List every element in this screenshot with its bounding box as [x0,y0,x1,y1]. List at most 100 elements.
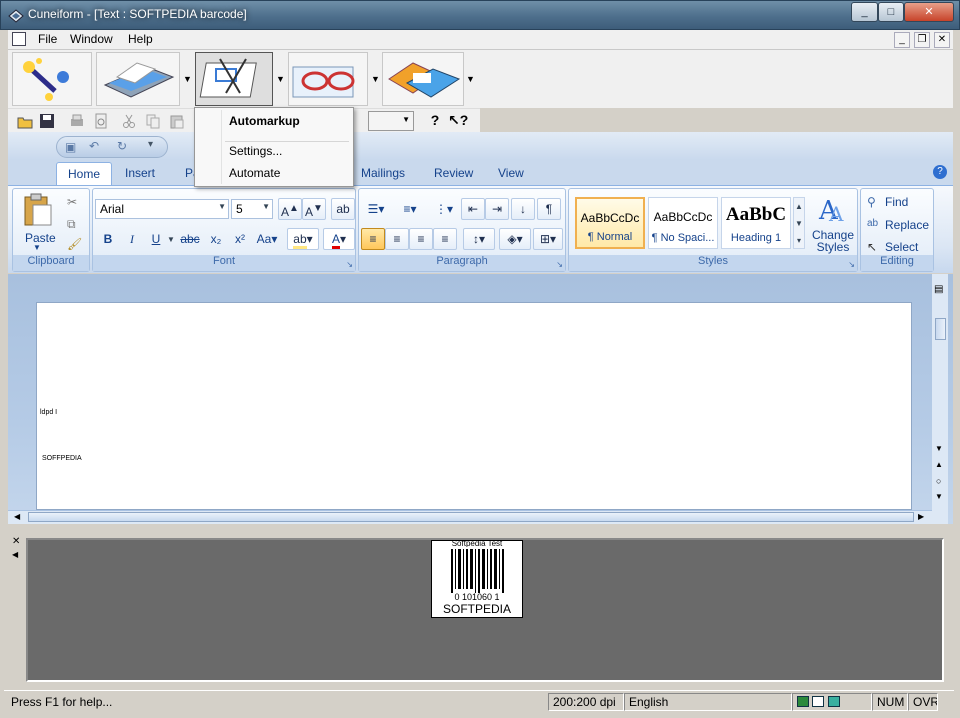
scroll-left-icon[interactable]: ◀ [14,512,20,521]
numbering-button[interactable]: ≡▾ [395,199,425,219]
styles-gallery-scroller[interactable]: ▲ ▼ ▾ [793,197,805,249]
font-color-button[interactable]: A▾ [323,228,355,250]
superscript-button[interactable]: x² [229,229,251,249]
highlight-button[interactable]: ab▾ [287,228,319,250]
strikethrough-button[interactable]: abc [179,229,201,249]
grow-font-button[interactable]: A▲ [278,198,302,220]
h-scroll-thumb[interactable] [28,512,914,522]
align-right-button[interactable]: ≡ [409,228,433,250]
help-icon[interactable]: ? [426,112,444,130]
menu-item-settings[interactable]: Settings... [229,144,282,158]
cut-icon[interactable] [120,112,138,130]
wizard-button[interactable] [12,52,92,106]
underline-button[interactable]: U [145,229,167,249]
tab-review[interactable]: Review [434,166,473,180]
justify-button[interactable]: ≡ [433,228,457,250]
paste-icon[interactable] [168,112,186,130]
show-marks-button[interactable]: ¶ [537,198,561,220]
document-icon[interactable] [12,32,26,46]
zoom-combo[interactable]: ▼ [368,111,414,131]
cut-ribbon-icon[interactable]: ✂ [67,195,77,209]
align-center-button[interactable]: ≡ [385,228,409,250]
find-button[interactable]: Find [885,195,908,209]
scan-dropdown-arrow[interactable]: ▼ [183,74,192,84]
paste-chevron-icon[interactable]: ▼ [33,243,41,252]
scroll-thumb[interactable] [935,318,946,340]
qat-save-icon[interactable]: ▣ [65,140,76,154]
menu-item-automate[interactable]: Automate [229,166,280,180]
clear-formatting-button[interactable]: ab [331,198,355,220]
markup-dropdown-arrow[interactable]: ▼ [276,74,285,84]
paragraph-dialog-launcher-icon[interactable]: ↘ [556,260,563,269]
replace-button[interactable]: Replace [885,218,929,232]
maximize-button[interactable]: □ [878,2,904,22]
font-size-combo[interactable]: 5 ▼ [231,199,273,219]
status-mode-icons[interactable] [792,693,872,711]
menu-file[interactable]: File [38,32,57,46]
tab-insert[interactable]: Insert [125,166,155,180]
style-heading-1[interactable]: AaBbC Heading 1 [721,197,791,249]
decrease-indent-button[interactable]: ⇤ [461,198,485,220]
ribbon-help-icon[interactable]: ? [933,165,947,179]
save-output-button[interactable] [382,52,464,106]
shading-button[interactable]: ◈▾ [499,228,531,250]
close-button[interactable]: ✕ [904,2,954,22]
multilevel-list-button[interactable]: ⋮▾ [429,199,459,219]
change-case-button[interactable]: Aa▾ [253,229,281,249]
scroll-right-icon[interactable]: ▶ [918,512,924,521]
copy-icon[interactable] [144,112,162,130]
shrink-font-button[interactable]: A▼ [302,198,326,220]
menu-window[interactable]: Window [70,32,113,46]
print-preview-icon[interactable] [92,112,110,130]
browse-object-icon[interactable]: ○ [936,476,941,486]
change-styles-button[interactable]: Change Styles [811,229,855,253]
ruler-toggle-icon[interactable]: ▤ [934,284,943,295]
menu-help[interactable]: Help [128,32,153,46]
close-pane-icon[interactable]: ✕ [12,536,20,547]
recognize-button[interactable] [288,52,368,106]
italic-button[interactable]: I [121,229,143,249]
image-view[interactable]: Softpedia Test 0 101060 1 SOFTPEDIA [26,538,944,682]
mdi-minimize-button[interactable]: _ [894,32,910,48]
font-dialog-launcher-icon[interactable]: ↘ [346,260,353,269]
context-help-icon[interactable]: ↖? [448,112,468,130]
line-spacing-button[interactable]: ↕▾ [463,228,495,250]
vertical-scrollbar[interactable]: ▤ ▼ ▲ ○ ▼ [932,274,948,524]
scan-button[interactable] [96,52,180,106]
document-page[interactable]: ldpd I SOFFPEDIA [36,302,912,510]
align-left-button[interactable]: ≡ [361,228,385,250]
tab-mailings[interactable]: Mailings [361,166,405,180]
redo-icon[interactable]: ↻ [117,139,127,153]
mdi-close-button[interactable]: ✕ [934,32,950,48]
increase-indent-button[interactable]: ⇥ [485,198,509,220]
menu-item-automarkup[interactable]: Automarkup [229,114,300,128]
pane-scroll-icon[interactable]: ◀ [12,550,18,559]
subscript-button[interactable]: x₂ [205,229,227,249]
select-button[interactable]: Select [885,240,918,254]
previous-page-icon[interactable]: ▲ [935,460,943,469]
columns-mode-icon[interactable] [827,696,840,707]
next-page-icon[interactable]: ▼ [935,492,943,501]
table-mode-icon[interactable] [812,696,825,707]
horizontal-scrollbar[interactable]: ◀ ▶ [8,510,932,524]
format-painter-icon[interactable]: 🖌 [67,237,82,251]
recognize-dropdown-arrow[interactable]: ▼ [371,74,380,84]
markup-button[interactable] [195,52,273,106]
open-folder-icon[interactable] [16,112,34,130]
minimize-button[interactable]: _ [851,2,878,22]
tab-view[interactable]: View [498,166,524,180]
pane-splitter[interactable] [8,524,953,534]
copy-ribbon-icon[interactable]: ⧉ [67,217,76,232]
save-dropdown-arrow[interactable]: ▼ [466,74,475,84]
bullets-button[interactable]: ☰▾ [361,199,391,219]
styles-dialog-launcher-icon[interactable]: ↘ [848,260,855,269]
style-normal[interactable]: AaBbCcDc ¶ Normal [575,197,645,249]
picture-mode-icon[interactable] [797,696,809,707]
mdi-restore-button[interactable]: ❐ [914,32,930,48]
underline-chevron-icon[interactable]: ▼ [167,235,175,244]
style-no-spacing[interactable]: AaBbCcDc ¶ No Spaci... [648,197,718,249]
scroll-down-icon[interactable]: ▼ [935,444,943,453]
undo-icon[interactable]: ↶ [89,139,99,153]
font-name-combo[interactable]: Arial ▼ [95,199,229,219]
save-icon[interactable] [38,112,56,130]
